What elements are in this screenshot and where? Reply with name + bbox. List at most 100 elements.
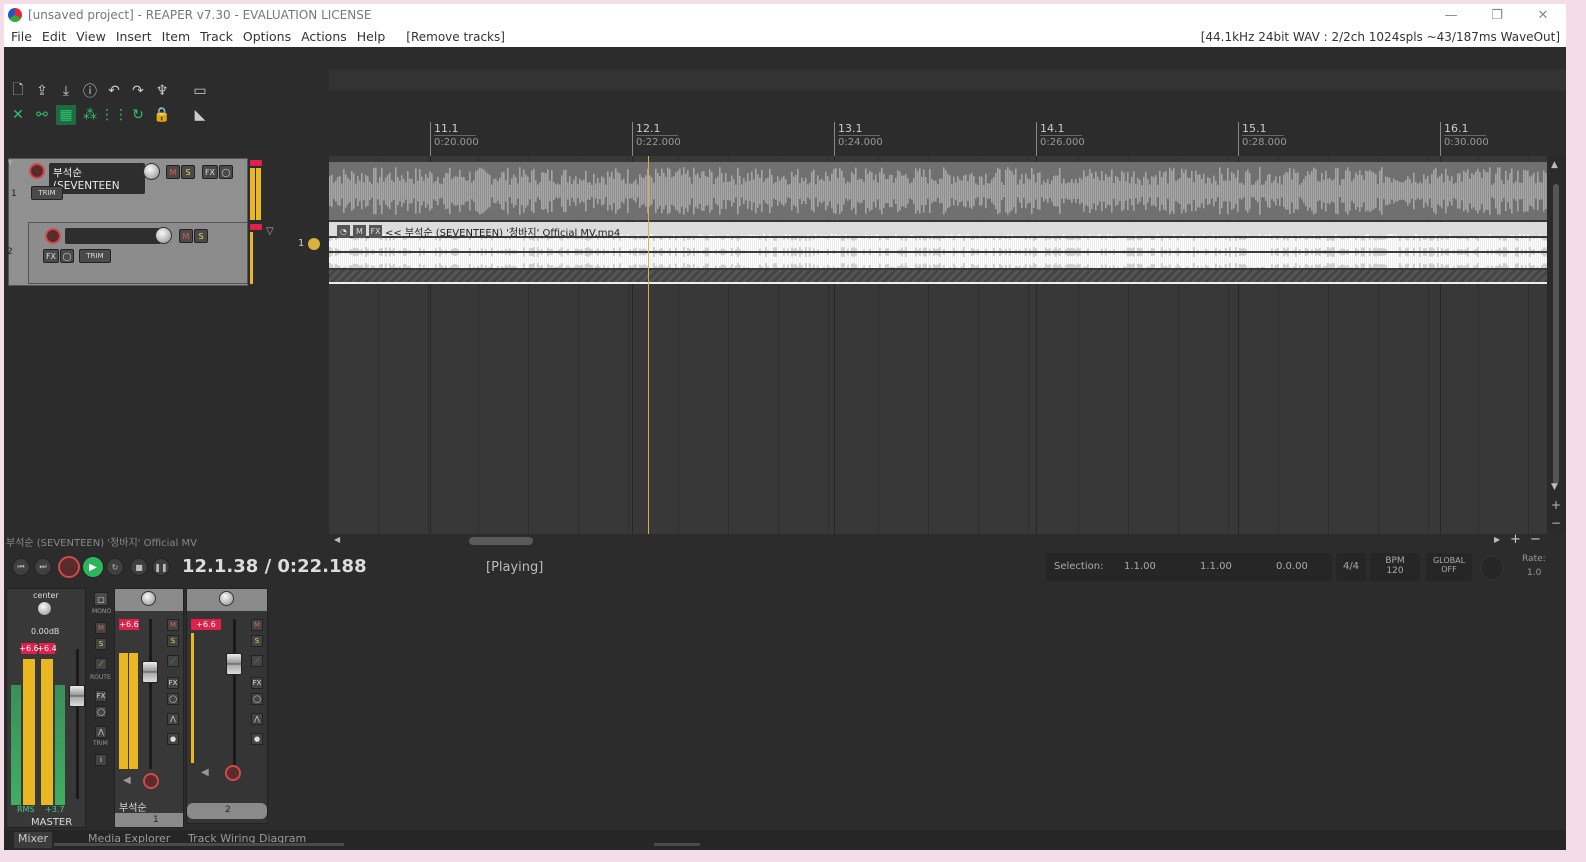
timeline-ruler[interactable]: 11.1 0:20.000 12.1 0:22.000 13.1 0:24.00… <box>329 90 1566 156</box>
trim-button[interactable]: TRIM <box>79 249 111 263</box>
volume-knob[interactable] <box>155 227 172 244</box>
strip-1-solo-button[interactable]: S <box>167 635 179 647</box>
strip-1-pan-knob[interactable] <box>141 591 156 606</box>
track-1-media-item[interactable] <box>329 162 1547 220</box>
master-strip[interactable]: center 0.00dB +6.6 +6.4 RMS +3.7 MASTER <box>6 588 86 828</box>
loop-icon[interactable]: ↻ <box>128 105 148 125</box>
strip-2-fx-button[interactable]: FX <box>251 677 263 689</box>
strip-2-pan-knob[interactable] <box>219 591 234 606</box>
master-pan-knob[interactable] <box>37 601 52 616</box>
media-item-header[interactable]: ◔ M FX << 부석순 (SEVENTEEN) '청바지' Official… <box>337 224 620 239</box>
selection-start[interactable]: 1.1.00 <box>1124 561 1156 572</box>
solo-button[interactable]: S <box>194 229 208 243</box>
master-fx-bypass-icon[interactable]: ◯ <box>95 706 107 718</box>
strip-1-mute-button[interactable]: M <box>167 619 179 631</box>
playhead-cursor[interactable] <box>648 156 649 534</box>
mute-button[interactable]: M <box>166 165 180 179</box>
selection-display[interactable]: Selection: 1.1.00 1.1.00 0.0.00 <box>1046 553 1332 581</box>
track-2-panel[interactable]: 2 M S FX ◯ TRIM <box>7 222 248 284</box>
grid-lines-icon[interactable]: ⋮⋮ <box>100 105 128 125</box>
bpm-box[interactable]: BPM 120 <box>1370 553 1420 581</box>
menu-options[interactable]: Options <box>238 29 296 44</box>
zoom-out-horizontal-icon[interactable]: − <box>1530 532 1541 547</box>
vscroll-thumb[interactable] <box>1553 184 1559 484</box>
strip-2-automation-icon[interactable]: ⟋ <box>251 655 263 667</box>
strip-2-solo-button[interactable]: S <box>251 635 263 647</box>
lock-icon[interactable]: 🔒 <box>152 105 172 125</box>
master-solo-button[interactable]: S <box>95 638 107 650</box>
menu-insert[interactable]: Insert <box>111 29 157 44</box>
menu-actions[interactable]: Actions <box>296 29 352 44</box>
menu-file[interactable]: File <box>6 29 37 44</box>
master-automation-icon[interactable]: ⟋ <box>95 658 107 670</box>
zoom-in-vertical-icon[interactable]: + <box>1551 498 1561 512</box>
save-project-icon[interactable]: ⤓ <box>56 81 76 101</box>
fx-bypass-icon[interactable]: ◯ <box>60 249 74 263</box>
redo-icon[interactable]: ↷ <box>128 81 148 101</box>
selection-end[interactable]: 1.1.00 <box>1200 561 1232 572</box>
mixer-strip-1[interactable]: +6.6 M S ⟋ FX ◯ ⋀ ● ◀ 부석순 (SEVEN 1 <box>114 588 184 828</box>
master-env-icon[interactable]: ⋀ <box>95 726 107 738</box>
go-to-start-icon[interactable]: ⏮ <box>12 558 30 576</box>
fx-button[interactable]: FX <box>202 165 218 179</box>
strip-1-env-icon[interactable]: ⋀ <box>167 713 179 725</box>
record-arm-button[interactable] <box>29 163 45 179</box>
menu-help[interactable]: Help <box>352 29 391 44</box>
master-fx-button[interactable]: FX <box>95 690 107 702</box>
time-signature[interactable]: 4/4 <box>1336 553 1366 581</box>
strip-1-speaker-icon[interactable]: ◀ <box>123 775 131 786</box>
go-to-end-icon[interactable]: ⏭ <box>34 558 52 576</box>
group-icon[interactable]: ⁂ <box>80 105 100 125</box>
solo-button[interactable]: S <box>181 165 195 179</box>
record-arm-button[interactable] <box>45 228 61 244</box>
item-lock-icon[interactable]: ◔ <box>337 224 350 238</box>
zoom-in-horizontal-icon[interactable]: + <box>1510 532 1521 547</box>
menu-item[interactable]: Item <box>157 29 195 44</box>
strip-1-fader[interactable] <box>142 661 158 683</box>
strip-1-record-arm-button[interactable] <box>143 773 159 789</box>
master-io-icon[interactable]: ▢ <box>94 592 108 606</box>
scroll-left-icon[interactable]: ◀ <box>334 535 340 544</box>
item-fx-icon[interactable]: FX <box>369 224 382 238</box>
route-label[interactable]: ROUTE <box>90 674 111 681</box>
strip-1-fx-button[interactable]: FX <box>167 677 179 689</box>
envelope-dot-icon[interactable] <box>308 238 320 250</box>
stop-icon[interactable]: ■ <box>130 558 148 576</box>
hscroll-thumb[interactable] <box>469 537 533 545</box>
menu-edit[interactable]: Edit <box>37 29 71 44</box>
bpm-value[interactable]: 120 <box>1370 566 1420 576</box>
strip-2-mute-button[interactable]: M <box>251 619 263 631</box>
repeat-icon[interactable]: ↻ <box>106 558 124 576</box>
playrate-knob[interactable] <box>1480 556 1504 580</box>
envelope-tool-icon[interactable]: ◣ <box>190 105 210 125</box>
ripple-edit-icon[interactable]: ✕ <box>8 105 28 125</box>
new-project-icon[interactable]: 🗋 <box>8 81 28 101</box>
strip-1-phase-icon[interactable]: ● <box>167 733 179 745</box>
audio-device-status[interactable]: [44.1kHz 24bit WAV : 2/2ch 1024spls ~43/… <box>1201 30 1560 44</box>
strip-1-automation-icon[interactable]: ⟋ <box>167 655 179 667</box>
strip-2-phase-icon[interactable]: ● <box>251 733 263 745</box>
play-button[interactable]: ▶ <box>82 556 104 578</box>
strip-2-speaker-icon[interactable]: ◀ <box>201 767 209 778</box>
trim-button[interactable]: TRIM <box>31 186 63 200</box>
fx-button[interactable]: FX <box>43 249 59 263</box>
arrange-view[interactable]: ◔ M FX << 부석순 (SEVENTEEN) '청바지' Official… <box>329 156 1547 534</box>
tab-mixer[interactable]: Mixer <box>14 832 53 848</box>
mono-label[interactable]: MONO <box>92 608 111 615</box>
track-name-field[interactable] <box>65 228 161 244</box>
rate-value[interactable]: 1.0 <box>1527 568 1541 578</box>
mixer-strip-2[interactable]: +6.6 M S ⟋ FX ◯ ⋀ ● ◀ 2 <box>186 588 268 824</box>
project-settings-icon[interactable]: ⓘ <box>80 81 100 101</box>
record-button[interactable] <box>58 556 80 578</box>
region-lane[interactable] <box>329 70 1566 90</box>
folder-toggle-icon[interactable]: ▽ <box>266 226 274 237</box>
open-project-icon[interactable]: ⇪ <box>32 81 52 101</box>
strip-2-fx-bypass-icon[interactable]: ◯ <box>251 693 263 705</box>
mute-button[interactable]: M <box>179 229 193 243</box>
strip-2-fader[interactable] <box>226 653 242 675</box>
vertical-scrollbar[interactable]: ▲ ▼ + − <box>1547 156 1566 534</box>
remove-tracks-button[interactable]: [Remove tracks] <box>402 30 509 44</box>
strip-2-record-arm-button[interactable] <box>225 765 241 781</box>
metronome-icon[interactable]: ♆ <box>152 81 172 101</box>
toolbar-toggle-icon[interactable]: ▭ <box>190 81 210 101</box>
